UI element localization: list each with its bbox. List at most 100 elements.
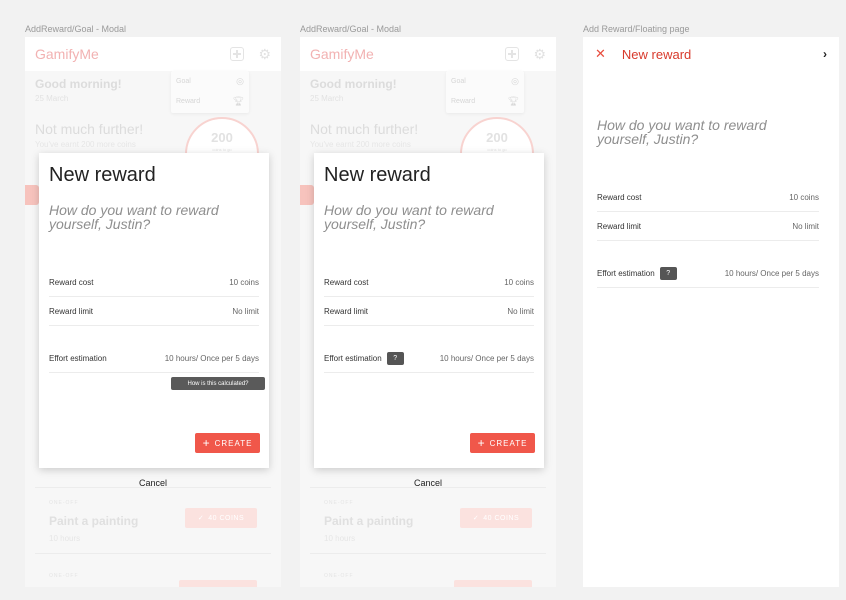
reward-limit-row[interactable]: Reward limit No limit — [324, 297, 534, 326]
reward-cost-label: Reward cost — [597, 192, 642, 202]
reward-limit-row[interactable]: Reward limit No limit — [597, 212, 819, 241]
create-button-label: CREATE — [214, 438, 253, 448]
new-reward-modal: New reward How do you want to reward you… — [39, 153, 269, 468]
effort-row: Effort estimation ? 10 hours/ Once per 5… — [324, 344, 534, 373]
menu-item-goal[interactable]: Goal ◎ — [171, 71, 249, 91]
item-tag: ONE-OFF — [324, 500, 354, 506]
earnt-text: You've earnt 200 more coins — [35, 140, 136, 149]
menu-item-goal[interactable]: Goal ◎ — [446, 71, 524, 91]
reward-limit-label: Reward limit — [49, 306, 94, 316]
effort-value: 10 hours/ Once per 5 days — [164, 353, 259, 363]
divider — [35, 553, 271, 554]
check-icon: ✓ — [197, 515, 205, 522]
effort-label: Effort estimation — [324, 353, 382, 363]
greeting: Good morning! — [35, 77, 122, 91]
menu-item-goal-label: Goal — [451, 77, 466, 85]
modal-title: New reward — [324, 164, 431, 186]
reward-cost-label: Reward cost — [324, 277, 369, 287]
cancel-button[interactable]: Cancel — [25, 478, 281, 488]
menu-item-reward[interactable]: Reward 🏆︎ — [446, 91, 524, 111]
action-button-stub — [300, 185, 314, 205]
redeem-coins-button[interactable]: ✓ 40 COINS — [460, 508, 532, 528]
reward-question-input[interactable]: How do you want to reward yourself, Just… — [597, 118, 807, 146]
frame-label-modal-1: AddReward/Goal - Modal — [25, 24, 127, 34]
modal-title: New reward — [49, 164, 156, 186]
frame-label-floating: Add Reward/Floating page — [583, 24, 690, 34]
item-title: Paint a painting — [49, 514, 139, 528]
menu-item-goal-label: Goal — [176, 77, 191, 85]
item-tag: ONE-OFF — [49, 573, 79, 579]
create-button[interactable]: + CREATE — [195, 433, 260, 453]
action-button-stub — [25, 185, 39, 205]
close-icon[interactable]: ✕ — [595, 46, 606, 62]
reward-cost-row[interactable]: Reward cost 10 coins — [324, 268, 534, 297]
floating-header: ✕ New reward › — [583, 37, 839, 71]
phone-modal-tooltip: GamifyMe ⚙ Good morning! 25 March Not mu… — [25, 37, 281, 587]
trophy-icon: 🏆︎ — [232, 95, 244, 106]
redeem-coins-label: 40 COINS — [483, 514, 520, 522]
effort-value: 10 hours/ Once per 5 days — [724, 268, 819, 278]
reward-question-input[interactable]: How do you want to reward yourself, Just… — [324, 203, 524, 231]
reward-limit-label: Reward limit — [597, 221, 642, 231]
reward-limit-row[interactable]: Reward limit No limit — [49, 297, 259, 326]
reward-cost-row[interactable]: Reward cost 10 coins — [49, 268, 259, 297]
help-badge[interactable]: ? — [659, 266, 677, 280]
trophy-icon: 🏆︎ — [507, 95, 519, 106]
effort-row: Effort estimation 10 hours/ Once per 5 d… — [49, 344, 259, 373]
floating-title: New reward — [621, 46, 692, 62]
target-icon: ◎ — [236, 75, 244, 86]
effort-value: 10 hours/ Once per 5 days — [439, 353, 534, 363]
gear-icon[interactable]: ⚙ — [258, 47, 271, 61]
new-reward-modal: New reward How do you want to reward you… — [314, 153, 544, 468]
reward-cost-label: Reward cost — [49, 277, 94, 287]
help-tooltip: How is this calculated? — [171, 377, 265, 390]
chevron-right-icon[interactable]: › — [823, 47, 827, 61]
effort-label: Effort estimation — [597, 268, 655, 278]
coin-progress-value: 200 — [211, 130, 233, 145]
effort-label: Effort estimation — [49, 353, 107, 363]
reward-cost-value: 10 coins — [789, 192, 819, 202]
coin-progress-sub: coins to go — [487, 147, 507, 152]
cancel-button[interactable]: Cancel — [300, 478, 556, 488]
reward-limit-value: No limit — [507, 306, 534, 316]
create-button[interactable]: + CREATE — [470, 433, 535, 453]
headline: Not much further! — [310, 121, 419, 137]
add-icon[interactable] — [505, 47, 520, 61]
app-bar: GamifyMe ⚙ — [300, 37, 556, 71]
app-bar: GamifyMe ⚙ — [25, 37, 281, 71]
reward-question-input[interactable]: How do you want to reward yourself, Just… — [49, 203, 249, 231]
item-tag: ONE-OFF — [324, 573, 354, 579]
gear-icon[interactable]: ⚙ — [533, 47, 546, 61]
redeem-coins-label: 40 COINS — [208, 514, 245, 522]
item-tag: ONE-OFF — [49, 500, 79, 506]
frame-label-modal-2: AddReward/Goal - Modal — [300, 24, 402, 34]
redeem-coins-button-2[interactable] — [179, 580, 257, 587]
redeem-coins-button-2[interactable] — [454, 580, 532, 587]
check-icon: ✓ — [472, 515, 480, 522]
plus-icon: + — [477, 436, 486, 450]
phone-modal-badge: GamifyMe ⚙ Good morning! 25 March Not mu… — [300, 37, 556, 587]
reward-cost-value: 10 coins — [229, 277, 259, 287]
redeem-coins-button[interactable]: ✓ 40 COINS — [185, 508, 257, 528]
reward-cost-value: 10 coins — [504, 277, 534, 287]
brand-title: GamifyMe — [35, 46, 99, 62]
item-title: Paint a painting — [324, 514, 414, 528]
divider — [310, 553, 546, 554]
reward-limit-label: Reward limit — [324, 306, 369, 316]
reward-cost-row[interactable]: Reward cost 10 coins — [597, 183, 819, 212]
add-menu: Goal ◎ Reward 🏆︎ — [446, 71, 524, 113]
menu-item-reward-label: Reward — [176, 97, 201, 105]
coin-progress-sub: coins to go — [212, 147, 232, 152]
menu-item-reward[interactable]: Reward 🏆︎ — [171, 91, 249, 111]
reward-limit-value: No limit — [232, 306, 259, 316]
add-icon[interactable] — [230, 47, 245, 61]
headline: Not much further! — [35, 121, 144, 137]
plus-icon: + — [202, 436, 211, 450]
date-label: 25 March — [310, 94, 344, 103]
help-badge[interactable]: ? — [386, 351, 404, 365]
phone-floating-page: ✕ New reward › How do you want to reward… — [583, 37, 839, 587]
item-hours: 10 hours — [324, 534, 356, 543]
target-icon: ◎ — [511, 75, 519, 86]
item-hours: 10 hours — [49, 534, 81, 543]
greeting: Good morning! — [310, 77, 397, 91]
